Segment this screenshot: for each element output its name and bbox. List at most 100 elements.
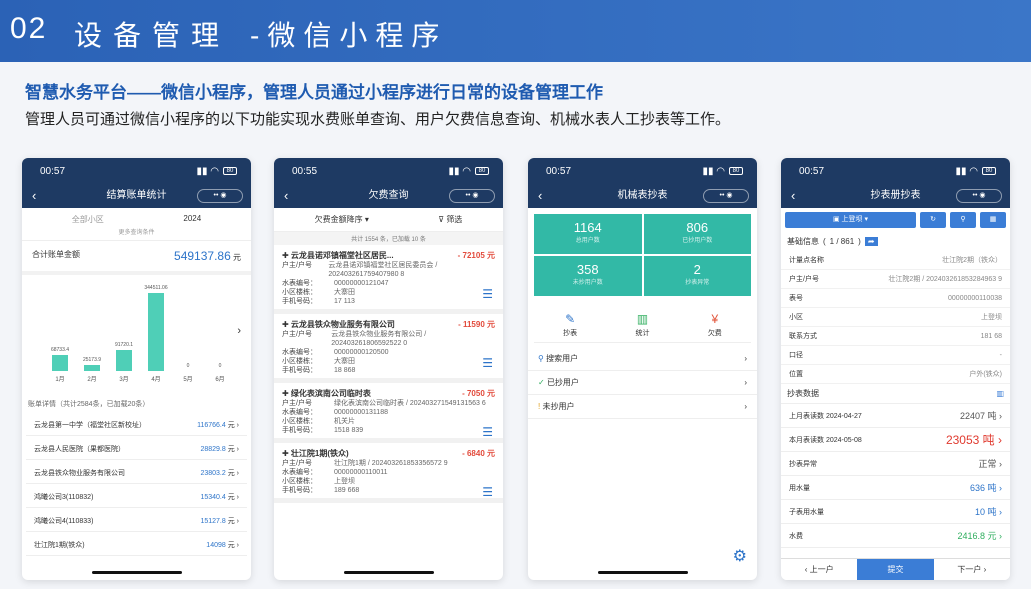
sort-select[interactable]: 欠费金额降序 ▾ (315, 214, 369, 225)
reading-row[interactable]: 子表用水量 10 吨 › (781, 500, 1010, 524)
card-field: 户主/户号 绿化表滨南公司临时表 / 202403271549131563 6 (282, 399, 495, 408)
list-icon[interactable]: ☰ (482, 287, 493, 301)
reading-row[interactable]: 本月表读数 2024-05-08 23053 吨 › (781, 428, 1010, 452)
row-value-wrap: 14098 元 › (206, 541, 239, 549)
row-name: 云龙县第一中学（福堂社区新校址） (34, 421, 146, 429)
stat-label: 总用户数 (575, 238, 600, 244)
filter-button[interactable]: ⊽ 筛选 (438, 214, 462, 225)
row-value-wrap: 23803.2 元 › (200, 469, 239, 477)
bill-row[interactable]: 云龙县人民医院（果都医院） 28829.8 元 › (26, 438, 247, 460)
nav-bar: ‹ 欠费查询 •• ◉ (274, 184, 503, 208)
data-label: 0 (186, 363, 190, 369)
clock: 00:55 (292, 165, 318, 177)
reading-value: 正常 › (978, 459, 1003, 469)
arrears-card[interactable]: ✚ 云龙县铁众物业服务有限公司 - 11590 元户主/户号 云龙县铁众物业服务有限… (274, 314, 503, 383)
field-key: 手机号码： (282, 367, 317, 374)
bill-row[interactable]: 鸿曦公司4(110833) 15127.8 元 › (26, 510, 247, 532)
refresh-icon[interactable]: ↻ (920, 212, 946, 228)
field-key: 户主/户号 (282, 331, 312, 338)
menu-search-user[interactable]: ⚲ 搜索用户 › (528, 347, 757, 371)
area-select[interactable]: 全部小区 (72, 214, 104, 225)
field-key: 户主/户号 (282, 400, 312, 407)
book-select[interactable]: ▣ 上登坝 ▾ (785, 212, 916, 228)
chart-icon[interactable]: ▥ (996, 389, 1004, 398)
filter-label: 筛选 (446, 215, 463, 224)
stat-tile[interactable]: 2 抄表异常 (643, 256, 751, 296)
reading-key: 水费 (789, 532, 803, 540)
x-tick-label: 3月 (119, 377, 129, 383)
stat-tile[interactable]: 806 已抄用户数 (643, 214, 751, 254)
card-field: 手机号码： 1518 839 (282, 426, 495, 435)
arrears-card[interactable]: ✚ 壮江院1期(铁众) - 6840 元户主/户号 壮江院1期 / 20240326… (274, 443, 503, 503)
capsule-menu[interactable]: •• ◉ (956, 189, 1002, 203)
arrears-action[interactable]: ¥ 欠费 (708, 312, 722, 338)
gear-icon[interactable]: ⚙ (733, 546, 747, 566)
submit-button[interactable]: 提交 (857, 558, 934, 580)
bill-row[interactable]: 云龙县第一中学（福堂社区新校址） 116766.4 元 › (26, 414, 247, 436)
chevron-right-icon: › (744, 378, 747, 387)
page-indicator: 1 / 861 (829, 237, 855, 246)
stat-tile[interactable]: 358 未抄用户数 (534, 256, 642, 296)
capsule-menu[interactable]: •• ◉ (703, 189, 749, 203)
back-icon[interactable]: ‹ (538, 184, 542, 208)
back-icon[interactable]: ‹ (284, 184, 288, 208)
clock: 00:57 (40, 165, 66, 177)
info-key: 户主/户号 (789, 276, 819, 283)
x-tick-label: 4月 (151, 377, 161, 383)
list-icon[interactable]: ☰ (482, 485, 493, 499)
field-value: 17 113 (334, 298, 355, 305)
sort-label: 欠费金额降序 (314, 215, 363, 224)
chevron-right-icon: › (744, 354, 747, 363)
reading-row[interactable]: 用水量 636 吨 › (781, 476, 1010, 500)
menu-read-users[interactable]: ✓ 已抄用户 › (528, 371, 757, 395)
reading-row[interactable]: 水费 2416.8 元 › (781, 524, 1010, 548)
info-row: 联系方式 181 68 (781, 327, 1010, 346)
bill-row[interactable]: 壮江院1期(铁众) 14098 元 › (26, 534, 247, 556)
field-value: 00000000110011 (334, 469, 388, 476)
menu-unread-users[interactable]: ! 未抄用户 › (528, 395, 757, 419)
arrears-card[interactable]: ✚ 云龙县诺邓镇福堂社区居民... - 72105 元户主/户号 云龙县诺邓镇福堂社… (274, 245, 503, 314)
info-row: 户主/户号 壮江院2期 / 202403261853284963 9 (781, 270, 1010, 289)
yen-icon: ¥ (711, 312, 719, 326)
status-icons: ▮▮ ◠ 80 (955, 166, 996, 177)
row-value-wrap: 28829.8 元 › (200, 445, 239, 453)
card-header: ✚ 壮江院1期(铁众) - 6840 元 (282, 448, 495, 459)
bill-row[interactable]: 云龙县铁众物业服务有限公司 23803.2 元 › (26, 462, 247, 484)
info-value: 户外(铁众) (969, 371, 1002, 378)
search-icon[interactable]: ⚲ (950, 212, 976, 228)
grid-icon[interactable]: ▦ (980, 212, 1006, 228)
list-icon[interactable]: ☰ (482, 425, 493, 439)
card-field: 水表编号： 00000000110011 (282, 468, 495, 477)
unit: 元 (233, 253, 241, 262)
arrears-card[interactable]: ✚ 绿化表滨南公司临时表 - 7050 元户主/户号 绿化表滨南公司临时表 / 20… (274, 383, 503, 443)
year-select[interactable]: 2024 (183, 214, 201, 225)
reading-value: 10 吨 › (974, 507, 1002, 517)
share-icon[interactable]: ➦ (864, 237, 878, 246)
battery-icon: 80 (982, 167, 996, 175)
read-meter-action[interactable]: ✎ 抄表 (563, 312, 577, 338)
back-icon[interactable]: ‹ (32, 184, 36, 208)
list-icon[interactable]: ☰ (482, 356, 493, 370)
card-field: 户主/户号 云龙县诺邓镇福堂社区居民委员会 / 20240326175940798… (282, 261, 495, 279)
statistics-action[interactable]: ▥ 统计 (635, 312, 649, 338)
nav-bar: ‹ 结算账单统计 •• ◉ (22, 184, 251, 208)
info-value: 上登坝 (981, 314, 1002, 321)
stat-tile[interactable]: 1164 总用户数 (534, 214, 642, 254)
status-icons: ▮▮ ◠ 80 (702, 166, 743, 177)
reading-row[interactable]: 抄表异常 正常 › (781, 452, 1010, 476)
status-bar: 00:55 ▮▮ ◠ 80 (274, 158, 503, 184)
card-field: 小区楼栋： 大寨田 (282, 357, 495, 366)
bill-row[interactable]: 鸿曦公司3(110832) 15340.4 元 › (26, 486, 247, 508)
reading-row[interactable]: 上月表读数 2024-04-27 22407 吨 › (781, 404, 1010, 428)
info-value: - (999, 351, 1002, 359)
card-field: 户主/户号 云龙县铁众物业服务有限公司 / 202403261806592522 … (282, 330, 495, 348)
chevron-right-icon[interactable]: › (237, 325, 241, 337)
capsule-menu[interactable]: •• ◉ (449, 189, 495, 203)
more-filters-link[interactable]: 更多查询条件 (22, 227, 251, 241)
next-button[interactable]: 下一户 › (934, 564, 1010, 575)
data-label: 0 (218, 363, 222, 369)
card-amount: - 6840 元 (462, 449, 495, 458)
capsule-menu[interactable]: •• ◉ (197, 189, 243, 203)
prev-button[interactable]: ‹ 上一户 (781, 564, 857, 575)
back-icon[interactable]: ‹ (791, 184, 795, 208)
